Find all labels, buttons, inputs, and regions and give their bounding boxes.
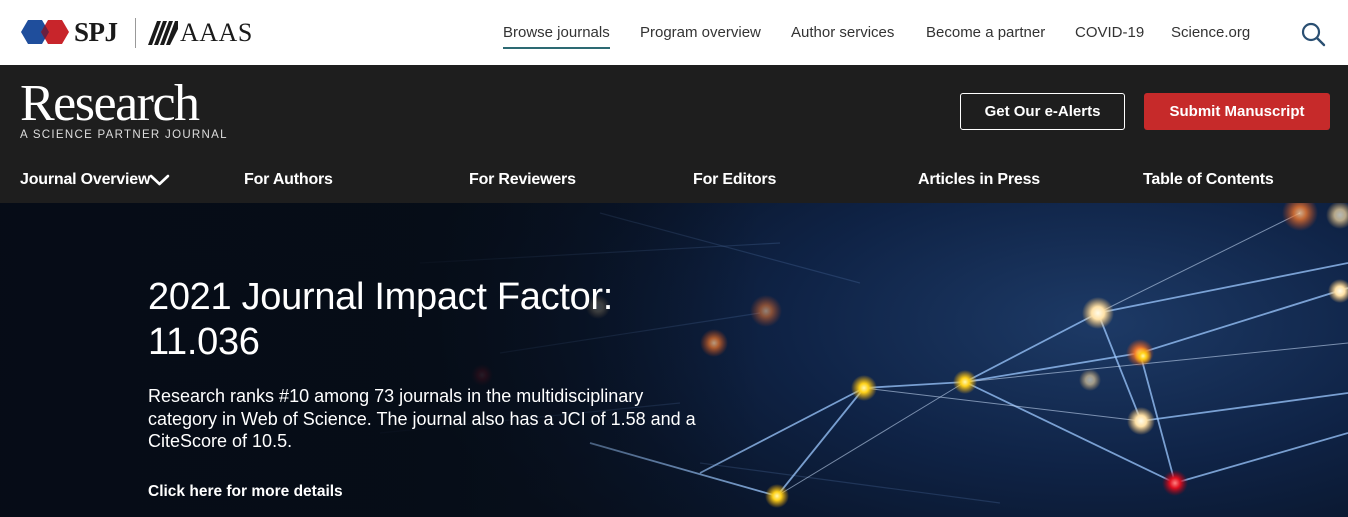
hero-headline: 2021 Journal Impact Factor: 11.036 bbox=[148, 275, 708, 365]
subnav-for-reviewers[interactable]: For Reviewers bbox=[469, 171, 576, 189]
aaas-logo-text: AAAS bbox=[180, 18, 253, 47]
nav-covid-19[interactable]: COVID-19 bbox=[1075, 24, 1144, 41]
subnav-articles-in-press[interactable]: Articles in Press bbox=[918, 171, 1040, 189]
logo-divider bbox=[135, 18, 136, 48]
submit-manuscript-button[interactable]: Submit Manuscript bbox=[1144, 93, 1330, 130]
nav-author-services[interactable]: Author services bbox=[791, 24, 894, 41]
nav-program-overview[interactable]: Program overview bbox=[640, 24, 761, 41]
e-alerts-button[interactable]: Get Our e-Alerts bbox=[960, 93, 1125, 130]
spj-logo[interactable]: SPJ bbox=[19, 16, 118, 48]
nav-become-a-partner[interactable]: Become a partner bbox=[926, 24, 1045, 41]
spj-logo-text: SPJ bbox=[74, 16, 118, 47]
subnav-journal-overview[interactable]: Journal Overview bbox=[20, 171, 150, 189]
hero-description: Research ranks #10 among 73 journals in … bbox=[148, 386, 696, 451]
aaas-logo[interactable]: AAAS bbox=[148, 17, 253, 49]
hero-headline-line1: 2021 Journal Impact Factor: bbox=[148, 276, 614, 318]
top-bar: SPJ AAAS Browse journals Program overvie… bbox=[0, 0, 1348, 65]
active-nav-underline bbox=[503, 47, 610, 49]
spj-hexagon-icon bbox=[21, 20, 69, 44]
subnav-for-authors[interactable]: For Authors bbox=[244, 171, 333, 189]
aaas-mark-icon bbox=[148, 21, 178, 45]
journal-subtitle: A SCIENCE PARTNER JOURNAL bbox=[20, 129, 228, 141]
hero-headline-line2: 11.036 bbox=[148, 321, 260, 363]
subnav-for-editors[interactable]: For Editors bbox=[693, 171, 776, 189]
nav-science-org[interactable]: Science.org bbox=[1171, 24, 1250, 41]
more-details-link[interactable]: Click here for more details bbox=[148, 483, 343, 501]
search-icon[interactable] bbox=[1300, 21, 1326, 47]
journal-title[interactable]: Research bbox=[20, 76, 200, 132]
nav-browse-journals[interactable]: Browse journals bbox=[503, 24, 610, 41]
chevron-down-icon[interactable] bbox=[149, 173, 170, 187]
subnav-table-of-contents[interactable]: Table of Contents bbox=[1143, 171, 1274, 189]
